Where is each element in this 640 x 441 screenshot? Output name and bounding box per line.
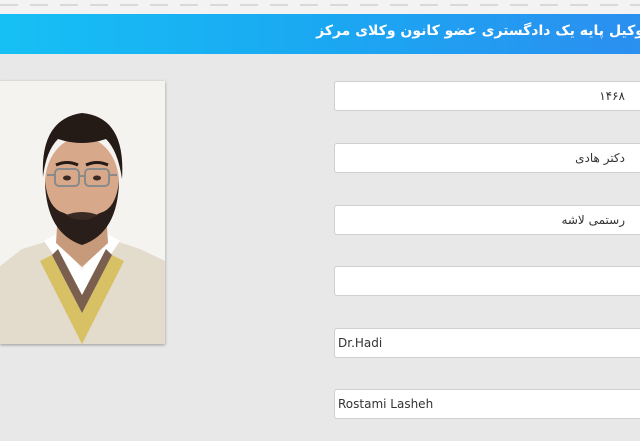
field-value: Dr.Hadi — [338, 336, 383, 350]
field-value: دکتر هادی — [575, 151, 625, 165]
page-header: وکیل پایه یک دادگستری عضو کانون وکلای مر… — [0, 14, 640, 54]
first-name-en-field[interactable]: Dr.Hadi — [334, 328, 640, 358]
top-strip — [0, 0, 640, 14]
empty-field[interactable] — [334, 266, 640, 296]
page-title: وکیل پایه یک دادگستری عضو کانون وکلای مر… — [316, 23, 640, 39]
field-value: رستمی لاشه — [561, 213, 625, 227]
field-value: ۱۴۶۸ — [599, 89, 625, 103]
top-divider — [0, 4, 640, 6]
field-value: Rostami Lasheh — [338, 397, 434, 411]
profile-photo — [0, 81, 165, 344]
last-name-fa-field[interactable]: رستمی لاشه — [334, 205, 640, 235]
first-name-fa-field[interactable]: دکتر هادی — [334, 143, 640, 173]
license-number-field[interactable]: ۱۴۶۸ — [334, 81, 640, 111]
last-name-en-field[interactable]: Rostami Lasheh — [334, 389, 640, 419]
